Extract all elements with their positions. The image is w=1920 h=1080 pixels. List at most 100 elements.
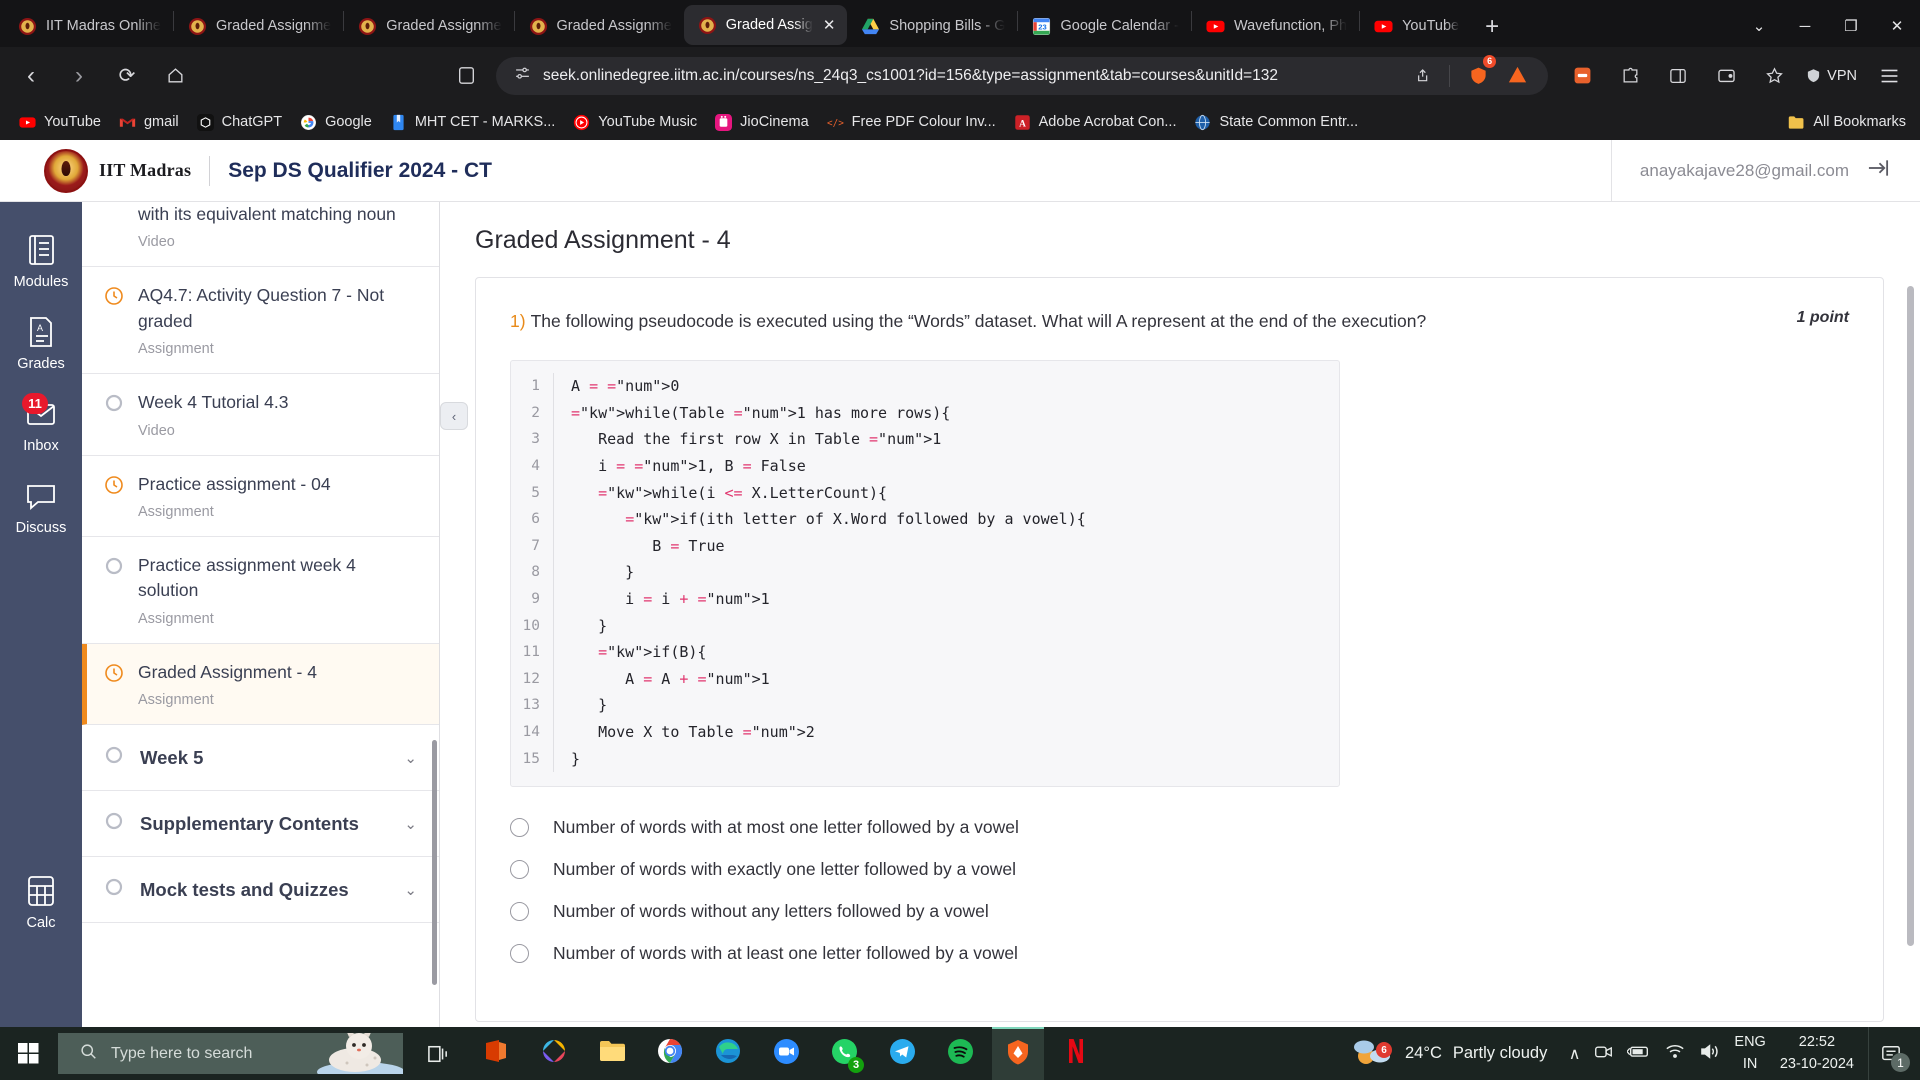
module-week-row[interactable]: Week 5 ⌄	[82, 725, 439, 791]
bookmark-item[interactable]: gmail	[110, 111, 188, 134]
bookmark-item[interactable]: </> Free PDF Colour Inv...	[818, 111, 1005, 134]
windows-start-icon[interactable]	[0, 1027, 56, 1080]
bookmark-item[interactable]: Google	[291, 111, 381, 134]
tab-close-icon[interactable]: ✕	[823, 18, 836, 33]
notification-center-button[interactable]: 1	[1868, 1027, 1912, 1080]
taskbar-app-netflix[interactable]	[1050, 1027, 1102, 1080]
tab-search-button[interactable]: ⌄	[1736, 5, 1782, 47]
taskbar-search-box[interactable]: Type here to search	[58, 1033, 403, 1074]
taskbar-app-microsoft-office[interactable]	[470, 1027, 522, 1080]
vpn-button[interactable]: VPN	[1798, 68, 1865, 84]
browser-tab[interactable]: Graded Assignme	[174, 5, 343, 47]
module-list-item[interactable]: with its equivalent matching noun Video	[82, 202, 439, 268]
extension-orange-icon[interactable]	[1565, 59, 1599, 93]
sidebar-icon[interactable]	[1661, 59, 1695, 93]
answer-option[interactable]: Number of words with exactly one letter …	[510, 859, 1849, 880]
taskbar-app-spotify[interactable]	[934, 1027, 986, 1080]
wifi-icon[interactable]	[1665, 1043, 1685, 1064]
taskbar-app-chrome[interactable]	[644, 1027, 696, 1080]
answer-option[interactable]: Number of words with at most one letter …	[510, 817, 1849, 838]
bookmark-item[interactable]: YouTube Music	[564, 111, 706, 134]
puzzle-icon[interactable]	[1613, 59, 1647, 93]
module-list-item[interactable]: Week 4 Tutorial 4.3 Video	[82, 374, 439, 456]
radio-button[interactable]	[510, 818, 529, 838]
sidebar-item-label: Grades	[17, 356, 65, 372]
logout-icon[interactable]	[1867, 158, 1890, 184]
taskbar-weather[interactable]: 6 24°C Partly cloudy	[1350, 1027, 1547, 1080]
sidebar-item-discuss[interactable]: Discuss	[0, 466, 82, 548]
split-view-icon[interactable]	[449, 59, 483, 93]
back-icon[interactable]: ‹	[14, 59, 48, 93]
browser-tab[interactable]: Wavefunction, Ph	[1192, 5, 1359, 47]
taskbar-clock[interactable]: 22:52 23-10-2024	[1780, 1032, 1854, 1074]
tab-label: Graded Assig	[725, 17, 813, 33]
taskbar-app-microsoft-edge[interactable]	[702, 1027, 754, 1080]
wallet-icon[interactable]	[1709, 59, 1743, 93]
browser-tab[interactable]: Graded Assignme	[515, 5, 684, 47]
bookmark-item[interactable]: MHT CET - MARKS...	[381, 111, 564, 134]
browser-tab[interactable]: Graded Assignme	[344, 5, 513, 47]
module-scrollbar-thumb[interactable]	[432, 740, 437, 985]
task-view-icon[interactable]	[412, 1027, 464, 1080]
volume-icon[interactable]	[1699, 1043, 1720, 1065]
module-list-panel[interactable]: with its equivalent matching noun Video AQ…	[82, 202, 440, 1027]
module-list-item[interactable]: Practice assignment - 04 Assignment	[82, 456, 439, 537]
camera-icon[interactable]	[1594, 1043, 1613, 1065]
radio-button[interactable]	[510, 902, 529, 922]
window-maximize-button[interactable]: ❐	[1828, 5, 1874, 47]
content-scrollbar-thumb[interactable]	[1907, 286, 1914, 946]
browser-tab[interactable]: IIT Madras Online	[4, 5, 173, 47]
window-close-button[interactable]: ✕	[1874, 5, 1920, 47]
taskbar-app-photos[interactable]	[528, 1027, 580, 1080]
bookmark-item[interactable]: State Common Entr...	[1185, 111, 1367, 134]
taskbar-app-file-explorer[interactable]	[586, 1027, 638, 1080]
home-icon[interactable]	[158, 59, 192, 93]
module-list-item[interactable]: AQ4.7: Activity Question 7 - Not graded A…	[82, 267, 439, 375]
bookmark-item[interactable]: YouTube	[10, 111, 110, 134]
chevron-down-icon[interactable]: ⌄	[404, 749, 417, 767]
chevron-down-icon[interactable]: ⌄	[404, 815, 417, 833]
browser-tab[interactable]: 23 Google Calendar -	[1018, 5, 1191, 47]
bookmark-label: MHT CET - MARKS...	[414, 114, 556, 130]
browser-tab-active[interactable]: Graded Assig ✕	[683, 5, 848, 45]
bookmark-item[interactable]: A Adobe Acrobat Con...	[1005, 111, 1186, 134]
forward-icon[interactable]: ›	[62, 59, 96, 93]
new-tab-button[interactable]: +	[1471, 15, 1513, 47]
module-week-row[interactable]: Supplementary Contents ⌄	[82, 791, 439, 857]
radio-button[interactable]	[510, 944, 529, 964]
module-list-item[interactable]: Practice assignment week 4 solution Assig…	[82, 537, 439, 644]
brave-shields-icon[interactable]: 6	[1465, 54, 1497, 93]
taskbar-app-brave[interactable]	[992, 1027, 1044, 1080]
browser-tab[interactable]: Shopping Bills - G	[847, 5, 1017, 47]
taskbar-app-telegram[interactable]	[876, 1027, 928, 1080]
window-minimize-button[interactable]: ─	[1782, 5, 1828, 47]
hamburger-menu-icon[interactable]	[1872, 59, 1906, 93]
all-bookmarks-button[interactable]: All Bookmarks	[1788, 114, 1906, 130]
collapse-sidebar-button[interactable]: ‹	[440, 402, 468, 430]
module-week-row[interactable]: Mock tests and Quizzes ⌄	[82, 857, 439, 923]
sidebar-item-grades[interactable]: A Grades	[0, 302, 82, 384]
sidebar-item-modules[interactable]: Modules	[0, 220, 82, 302]
address-bar[interactable]: seek.onlinedegree.iitm.ac.in/courses/ns_…	[496, 54, 1549, 95]
taskbar-app-zoom[interactable]	[760, 1027, 812, 1080]
sidebar-item-calc[interactable]: Calc	[0, 861, 82, 943]
module-list-item-active[interactable]: Graded Assignment - 4 Assignment	[82, 643, 439, 725]
answer-option[interactable]: Number of words with at least one letter…	[510, 943, 1849, 964]
bookmark-item[interactable]: JioCinema	[706, 111, 818, 134]
site-settings-icon[interactable]	[514, 65, 531, 87]
reload-icon[interactable]: ⟳	[110, 59, 144, 93]
bookmark-item[interactable]: ChatGPT	[188, 111, 291, 134]
url-text[interactable]: seek.onlinedegree.iitm.ac.in/courses/ns_…	[543, 67, 1405, 85]
answer-option[interactable]: Number of words without any letters foll…	[510, 901, 1849, 922]
sidebar-item-inbox[interactable]: 11 Inbox	[0, 384, 82, 466]
chevron-down-icon[interactable]: ⌄	[404, 881, 417, 899]
taskbar-app-whatsapp[interactable]: 3	[818, 1027, 870, 1080]
brave-lion-icon[interactable]	[1503, 59, 1531, 93]
bookmark-star-icon[interactable]	[1757, 59, 1791, 93]
radio-button[interactable]	[510, 860, 529, 880]
battery-charging-icon[interactable]	[1626, 1044, 1651, 1064]
language-indicator[interactable]: ENG IN	[1734, 1032, 1765, 1074]
share-icon[interactable]	[1409, 59, 1435, 93]
browser-tab[interactable]: YouTube	[1360, 5, 1471, 47]
show-hidden-icons-icon[interactable]: ∧	[1569, 1044, 1581, 1064]
